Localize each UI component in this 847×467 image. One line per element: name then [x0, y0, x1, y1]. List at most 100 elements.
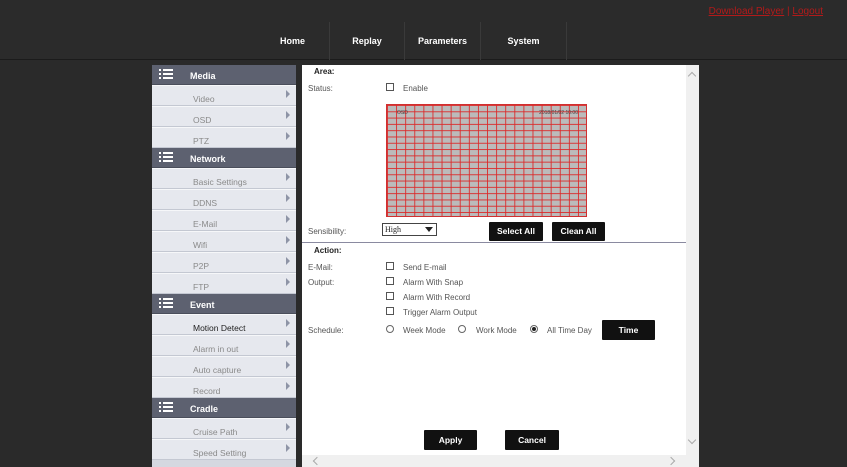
time-button[interactable]: Time [602, 320, 655, 340]
download-player-link[interactable]: Download Player [709, 6, 785, 17]
section-label: Media [190, 71, 216, 81]
sidebar-item-alarm-in-out[interactable]: Alarm in out [152, 335, 296, 356]
sidebar-item-label: Motion Detect [193, 323, 246, 333]
list-menu-icon [159, 69, 173, 80]
alarm-with-snap-checkbox[interactable] [386, 277, 394, 285]
cancel-button[interactable]: Cancel [505, 430, 559, 450]
section-media[interactable]: Media [152, 65, 296, 85]
section-label: Cradle [190, 404, 219, 414]
arrow-right-icon [286, 319, 290, 327]
sidebar-item-p2p[interactable]: P2P [152, 252, 296, 273]
logout-link[interactable]: Logout [792, 6, 823, 17]
apply-button[interactable]: Apply [424, 430, 477, 450]
main-nav: Home Replay Parameters System [256, 22, 567, 60]
area-heading: Area: [314, 67, 335, 76]
alarm-with-record-checkbox[interactable] [386, 292, 394, 300]
trigger-alarm-output-label: Trigger Alarm Output [403, 308, 477, 317]
trigger-alarm-output-checkbox[interactable] [386, 307, 394, 315]
sidebar-item-osd[interactable]: OSD [152, 106, 296, 127]
sidebar-item-basic-settings[interactable]: Basic Settings [152, 168, 296, 189]
sidebar-item-auto-capture[interactable]: Auto capture [152, 356, 296, 377]
nav-parameters[interactable]: Parameters [405, 22, 481, 60]
sidebar-item-label: Auto capture [193, 365, 242, 375]
work-mode-radio[interactable] [458, 325, 466, 333]
enable-label: Enable [403, 84, 428, 93]
sidebar-item-label: DDNS [193, 198, 218, 208]
sidebar-item-cruise-path[interactable]: Cruise Path [152, 418, 296, 439]
sidebar-item-label: FTP [193, 282, 210, 292]
section-network[interactable]: Network [152, 148, 296, 168]
scroll-down-icon[interactable] [687, 435, 697, 445]
sidebar-item-label: E-Mail [193, 219, 218, 229]
vertical-scrollbar[interactable] [686, 65, 699, 467]
all-time-day-radio[interactable] [530, 325, 538, 333]
alarm-with-snap-label: Alarm With Snap [403, 278, 464, 287]
arrow-right-icon [286, 173, 290, 181]
select-all-button[interactable]: Select All [489, 222, 543, 241]
arrow-right-icon [286, 111, 290, 119]
sidebar-item-motion-detect[interactable]: Motion Detect [152, 314, 296, 335]
list-menu-icon [159, 298, 173, 309]
chevron-down-icon [425, 227, 433, 232]
output-label: Output: [308, 278, 335, 287]
list-menu-icon [159, 402, 173, 413]
scroll-left-icon[interactable] [312, 456, 322, 466]
enable-checkbox[interactable] [386, 83, 394, 91]
sidebar-item-ftp[interactable]: FTP [152, 273, 296, 294]
sidebar-item-ddns[interactable]: DDNS [152, 189, 296, 210]
clean-all-button[interactable]: Clean All [552, 222, 605, 241]
sidebar-item-label: Record [193, 386, 221, 396]
all-time-day-label: All Time Day [547, 326, 592, 335]
work-mode-label: Work Mode [476, 326, 517, 335]
scroll-up-icon[interactable] [687, 71, 697, 81]
sidebar-item-label: P2P [193, 261, 210, 271]
sidebar-item-label: Wifi [193, 240, 208, 250]
sidebar-item-label: OSD [193, 115, 212, 125]
sidebar-item-ptz[interactable]: PTZ [152, 127, 296, 148]
arrow-right-icon [286, 215, 290, 223]
alarm-with-record-label: Alarm With Record [403, 293, 471, 302]
top-bar: Download Player | Logout Home Replay Par… [0, 0, 847, 60]
section-label: Event [190, 300, 215, 310]
nav-system[interactable]: System [481, 22, 567, 60]
sidebar-item-video[interactable]: Video [152, 85, 296, 106]
nav-replay[interactable]: Replay [330, 22, 405, 60]
arrow-right-icon [286, 340, 290, 348]
motion-area-grid[interactable]: OSD 2018/01/02 10:00 [386, 104, 587, 217]
link-separator: | [787, 6, 790, 17]
section-cradle[interactable]: Cradle [152, 398, 296, 418]
grid-overlay-timestamp: 2018/01/02 10:00 [539, 110, 578, 116]
arrow-right-icon [286, 278, 290, 286]
sidebar-item-label: Cruise Path [193, 427, 238, 437]
sidebar: Media Video OSD PTZ Network Basic Settin… [152, 65, 296, 467]
sensitivity-select[interactable]: High [382, 223, 437, 236]
status-label: Status: [308, 84, 333, 93]
arrow-right-icon [286, 132, 290, 140]
schedule-label: Schedule: [308, 326, 344, 335]
sidebar-item-email[interactable]: E-Mail [152, 210, 296, 231]
sidebar-item-speed-setting[interactable]: Speed Setting [152, 439, 296, 460]
sidebar-item-label: PTZ [193, 136, 210, 146]
arrow-right-icon [286, 444, 290, 452]
top-links: Download Player | Logout [709, 6, 823, 17]
week-mode-label: Week Mode [403, 326, 446, 335]
sensitivity-value: High [385, 225, 401, 234]
grid-overlay-osd-text: OSD [397, 110, 408, 116]
arrow-right-icon [286, 257, 290, 265]
send-email-checkbox[interactable] [386, 262, 394, 270]
section-label: Network [190, 154, 226, 164]
scroll-right-icon[interactable] [666, 456, 676, 466]
section-event[interactable]: Event [152, 294, 296, 314]
arrow-right-icon [286, 382, 290, 390]
sidebar-item-label: Video [193, 94, 215, 104]
horizontal-scrollbar[interactable] [302, 455, 686, 467]
arrow-right-icon [286, 194, 290, 202]
week-mode-radio[interactable] [386, 325, 394, 333]
sidebar-item-label: Basic Settings [193, 177, 247, 187]
nav-home[interactable]: Home [256, 22, 330, 60]
sidebar-item-label: Alarm in out [193, 344, 239, 354]
sensitivity-label: Sensibility: [308, 227, 347, 236]
sidebar-item-wifi[interactable]: Wifi [152, 231, 296, 252]
sidebar-item-record[interactable]: Record [152, 377, 296, 398]
section-divider [302, 242, 686, 243]
